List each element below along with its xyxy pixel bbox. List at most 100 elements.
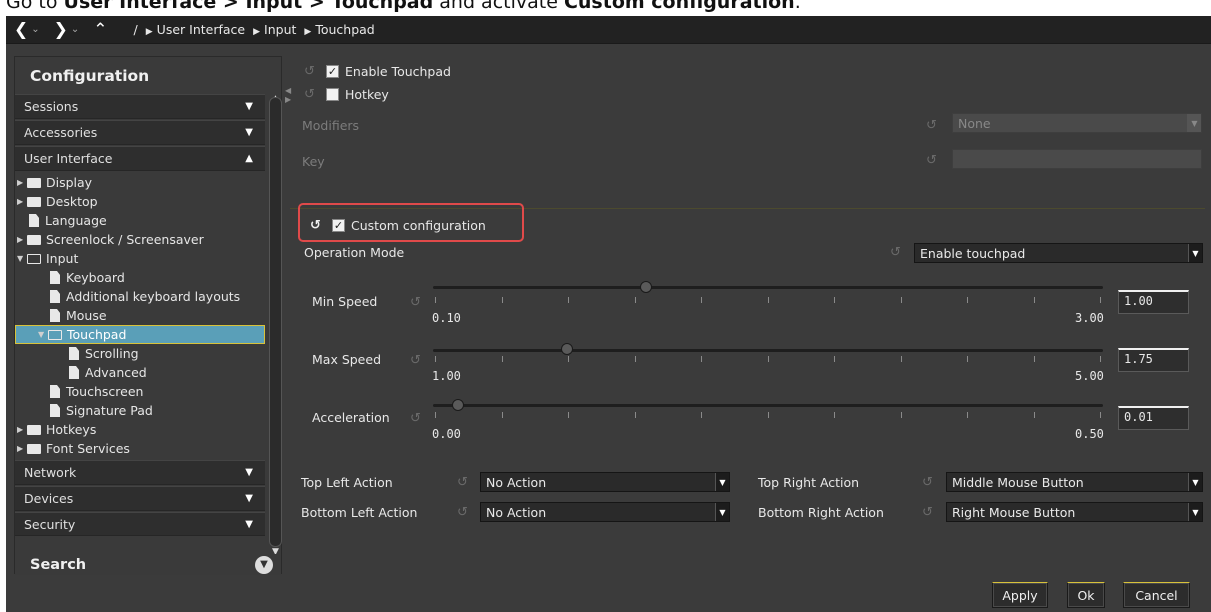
- max-speed-slider[interactable]: [433, 349, 1103, 352]
- bottom-left-action-select[interactable]: No Action ▼: [480, 502, 730, 522]
- hotkey-label: Hotkey: [345, 87, 389, 102]
- min-speed-slider[interactable]: [433, 286, 1103, 289]
- instruction-target: Custom configuration: [563, 0, 795, 13]
- reset-icon[interactable]: ↺: [410, 412, 424, 426]
- slider-tick: [900, 356, 902, 362]
- section-user-interface[interactable]: User Interface ▲: [15, 146, 265, 171]
- apply-button[interactable]: Apply: [992, 582, 1048, 608]
- tree-item-hotkeys[interactable]: ▶ Hotkeys: [15, 420, 265, 439]
- slider-tick: [900, 297, 902, 303]
- section-security[interactable]: Security ▼: [15, 512, 265, 536]
- max-speed-min: 1.00: [432, 369, 461, 383]
- breadcrumb: / ▶ User Interface ▶ Input ▶ Touchpad: [126, 22, 375, 37]
- folder-icon: [27, 443, 41, 454]
- back-button[interactable]: ❮ ⌄: [14, 20, 40, 40]
- dropdown-arrow-icon: ⌄: [31, 24, 40, 35]
- tree-item-screenlock[interactable]: ▶ Screenlock / Screensaver: [15, 230, 265, 249]
- min-speed-label-row: Min Speed: [312, 294, 377, 309]
- reset-icon[interactable]: ↺: [457, 506, 471, 520]
- top-right-action-label-row: Top Right Action: [758, 475, 859, 490]
- hotkey-row: ↺ Hotkey: [304, 87, 389, 102]
- min-speed-slider-handle[interactable]: [640, 281, 652, 293]
- min-speed-min: 0.10: [432, 311, 461, 325]
- tree-item-desktop[interactable]: ▶ Desktop: [15, 192, 265, 211]
- reset-icon[interactable]: ↺: [304, 64, 318, 79]
- acceleration-value[interactable]: 0.01: [1118, 406, 1189, 430]
- reset-icon[interactable]: ↺: [457, 476, 471, 490]
- ok-button[interactable]: Ok: [1067, 582, 1105, 608]
- reset-icon[interactable]: ↺: [890, 246, 904, 260]
- slider-tick: [1100, 412, 1101, 418]
- splitter-handle[interactable]: ◀ ▶: [285, 86, 291, 116]
- reset-icon[interactable]: ↺: [922, 476, 936, 490]
- collapse-arrow-icon: ▼: [245, 493, 253, 504]
- operation-mode-label-row: Operation Mode: [304, 245, 404, 260]
- tree-item-touchpad[interactable]: ▼ Touchpad: [15, 325, 265, 344]
- enable-touchpad-checkbox[interactable]: ✓: [326, 65, 339, 78]
- chevron-up-icon: ⌃: [93, 19, 108, 40]
- breadcrumb-touchpad[interactable]: ▶ Touchpad: [304, 22, 374, 37]
- tree-item-signature-pad[interactable]: Signature Pad: [15, 401, 265, 420]
- breadcrumb-input[interactable]: ▶ Input: [253, 22, 296, 37]
- tree-item-advanced[interactable]: Advanced: [15, 363, 265, 382]
- reset-icon[interactable]: ↺: [410, 354, 424, 368]
- slider-tick: [634, 356, 636, 362]
- highlight-annotation: [298, 203, 524, 242]
- hotkey-checkbox[interactable]: [326, 88, 339, 101]
- open-folder-icon: [48, 329, 62, 340]
- tree-item-additional-keyboard-layouts[interactable]: Additional keyboard layouts: [15, 287, 265, 306]
- acceleration-label-row: Acceleration: [312, 410, 390, 425]
- tree-item-keyboard[interactable]: Keyboard: [15, 268, 265, 287]
- configuration-sidebar: Configuration Sessions ▼ Accessories ▼ Use…: [14, 56, 282, 575]
- tree-item-display[interactable]: ▶ Display: [15, 173, 265, 192]
- breadcrumb-root[interactable]: /: [134, 22, 138, 37]
- acceleration-slider[interactable]: [433, 404, 1103, 407]
- collapse-arrow-icon: ▼: [245, 467, 253, 478]
- top-left-action-select[interactable]: No Action ▼: [480, 472, 730, 492]
- modifiers-select[interactable]: None ▼: [952, 113, 1202, 133]
- modifiers-label-row: Modifiers: [302, 118, 359, 133]
- reset-icon[interactable]: ↺: [922, 506, 936, 520]
- tree-item-input[interactable]: ▼ Input: [15, 249, 265, 268]
- operation-mode-select[interactable]: Enable touchpad ▼: [914, 243, 1203, 263]
- min-speed-value[interactable]: 1.00: [1118, 290, 1189, 314]
- up-button[interactable]: ⌃: [93, 20, 107, 40]
- reset-icon[interactable]: ↺: [410, 296, 424, 310]
- max-speed-slider-handle[interactable]: [561, 343, 573, 355]
- expand-arrow-icon: ▶: [17, 235, 24, 244]
- dropdown-arrow-icon: ▼: [1188, 503, 1202, 521]
- acceleration-slider-handle[interactable]: [452, 399, 464, 411]
- document-icon: [69, 347, 79, 360]
- tree-item-scrolling[interactable]: Scrolling: [15, 344, 265, 363]
- tree-item-font-services[interactable]: ▶ Font Services: [15, 439, 265, 458]
- expand-arrow-icon: ▲: [245, 153, 253, 164]
- sidebar-scrollbar[interactable]: [269, 97, 282, 547]
- slider-tick: [767, 412, 769, 418]
- top-right-action-select[interactable]: Middle Mouse Button ▼: [946, 472, 1203, 492]
- breadcrumb-user-interface[interactable]: ▶ User Interface: [146, 22, 245, 37]
- max-speed-value[interactable]: 1.75: [1118, 348, 1189, 372]
- key-input[interactable]: [952, 149, 1202, 169]
- tree-item-touchscreen[interactable]: Touchscreen: [15, 382, 265, 401]
- cancel-button[interactable]: Cancel: [1123, 582, 1190, 608]
- forward-button[interactable]: ❯ ⌄: [54, 20, 80, 40]
- section-accessories[interactable]: Accessories ▼: [15, 120, 265, 145]
- section-devices[interactable]: Devices ▼: [15, 486, 265, 511]
- min-speed-label: Min Speed: [312, 294, 378, 309]
- reset-icon[interactable]: ↺: [926, 154, 940, 168]
- acceleration-max: 0.50: [1075, 427, 1104, 441]
- document-icon: [50, 404, 60, 417]
- top-left-action-label-row: Top Left Action: [301, 475, 393, 490]
- reset-icon[interactable]: ↺: [304, 87, 318, 102]
- tree-item-language[interactable]: Language: [15, 211, 265, 230]
- section-sessions[interactable]: Sessions ▼: [15, 94, 265, 119]
- slider-tick: [634, 297, 636, 303]
- document-icon: [69, 366, 79, 379]
- tree-item-mouse[interactable]: Mouse: [15, 306, 265, 325]
- bottom-right-action-select[interactable]: Right Mouse Button ▼: [946, 502, 1203, 522]
- instruction-path: User Interface > Input > Touchpad: [63, 0, 434, 13]
- section-network[interactable]: Network ▼: [15, 460, 265, 485]
- navigation-bar: ❮ ⌄ ❯ ⌄ ⌃ / ▶ User Interface ▶ Input ▶ Touchp…: [6, 16, 1211, 44]
- reset-icon[interactable]: ↺: [926, 119, 940, 133]
- search-expand-icon[interactable]: ▼: [255, 555, 273, 574]
